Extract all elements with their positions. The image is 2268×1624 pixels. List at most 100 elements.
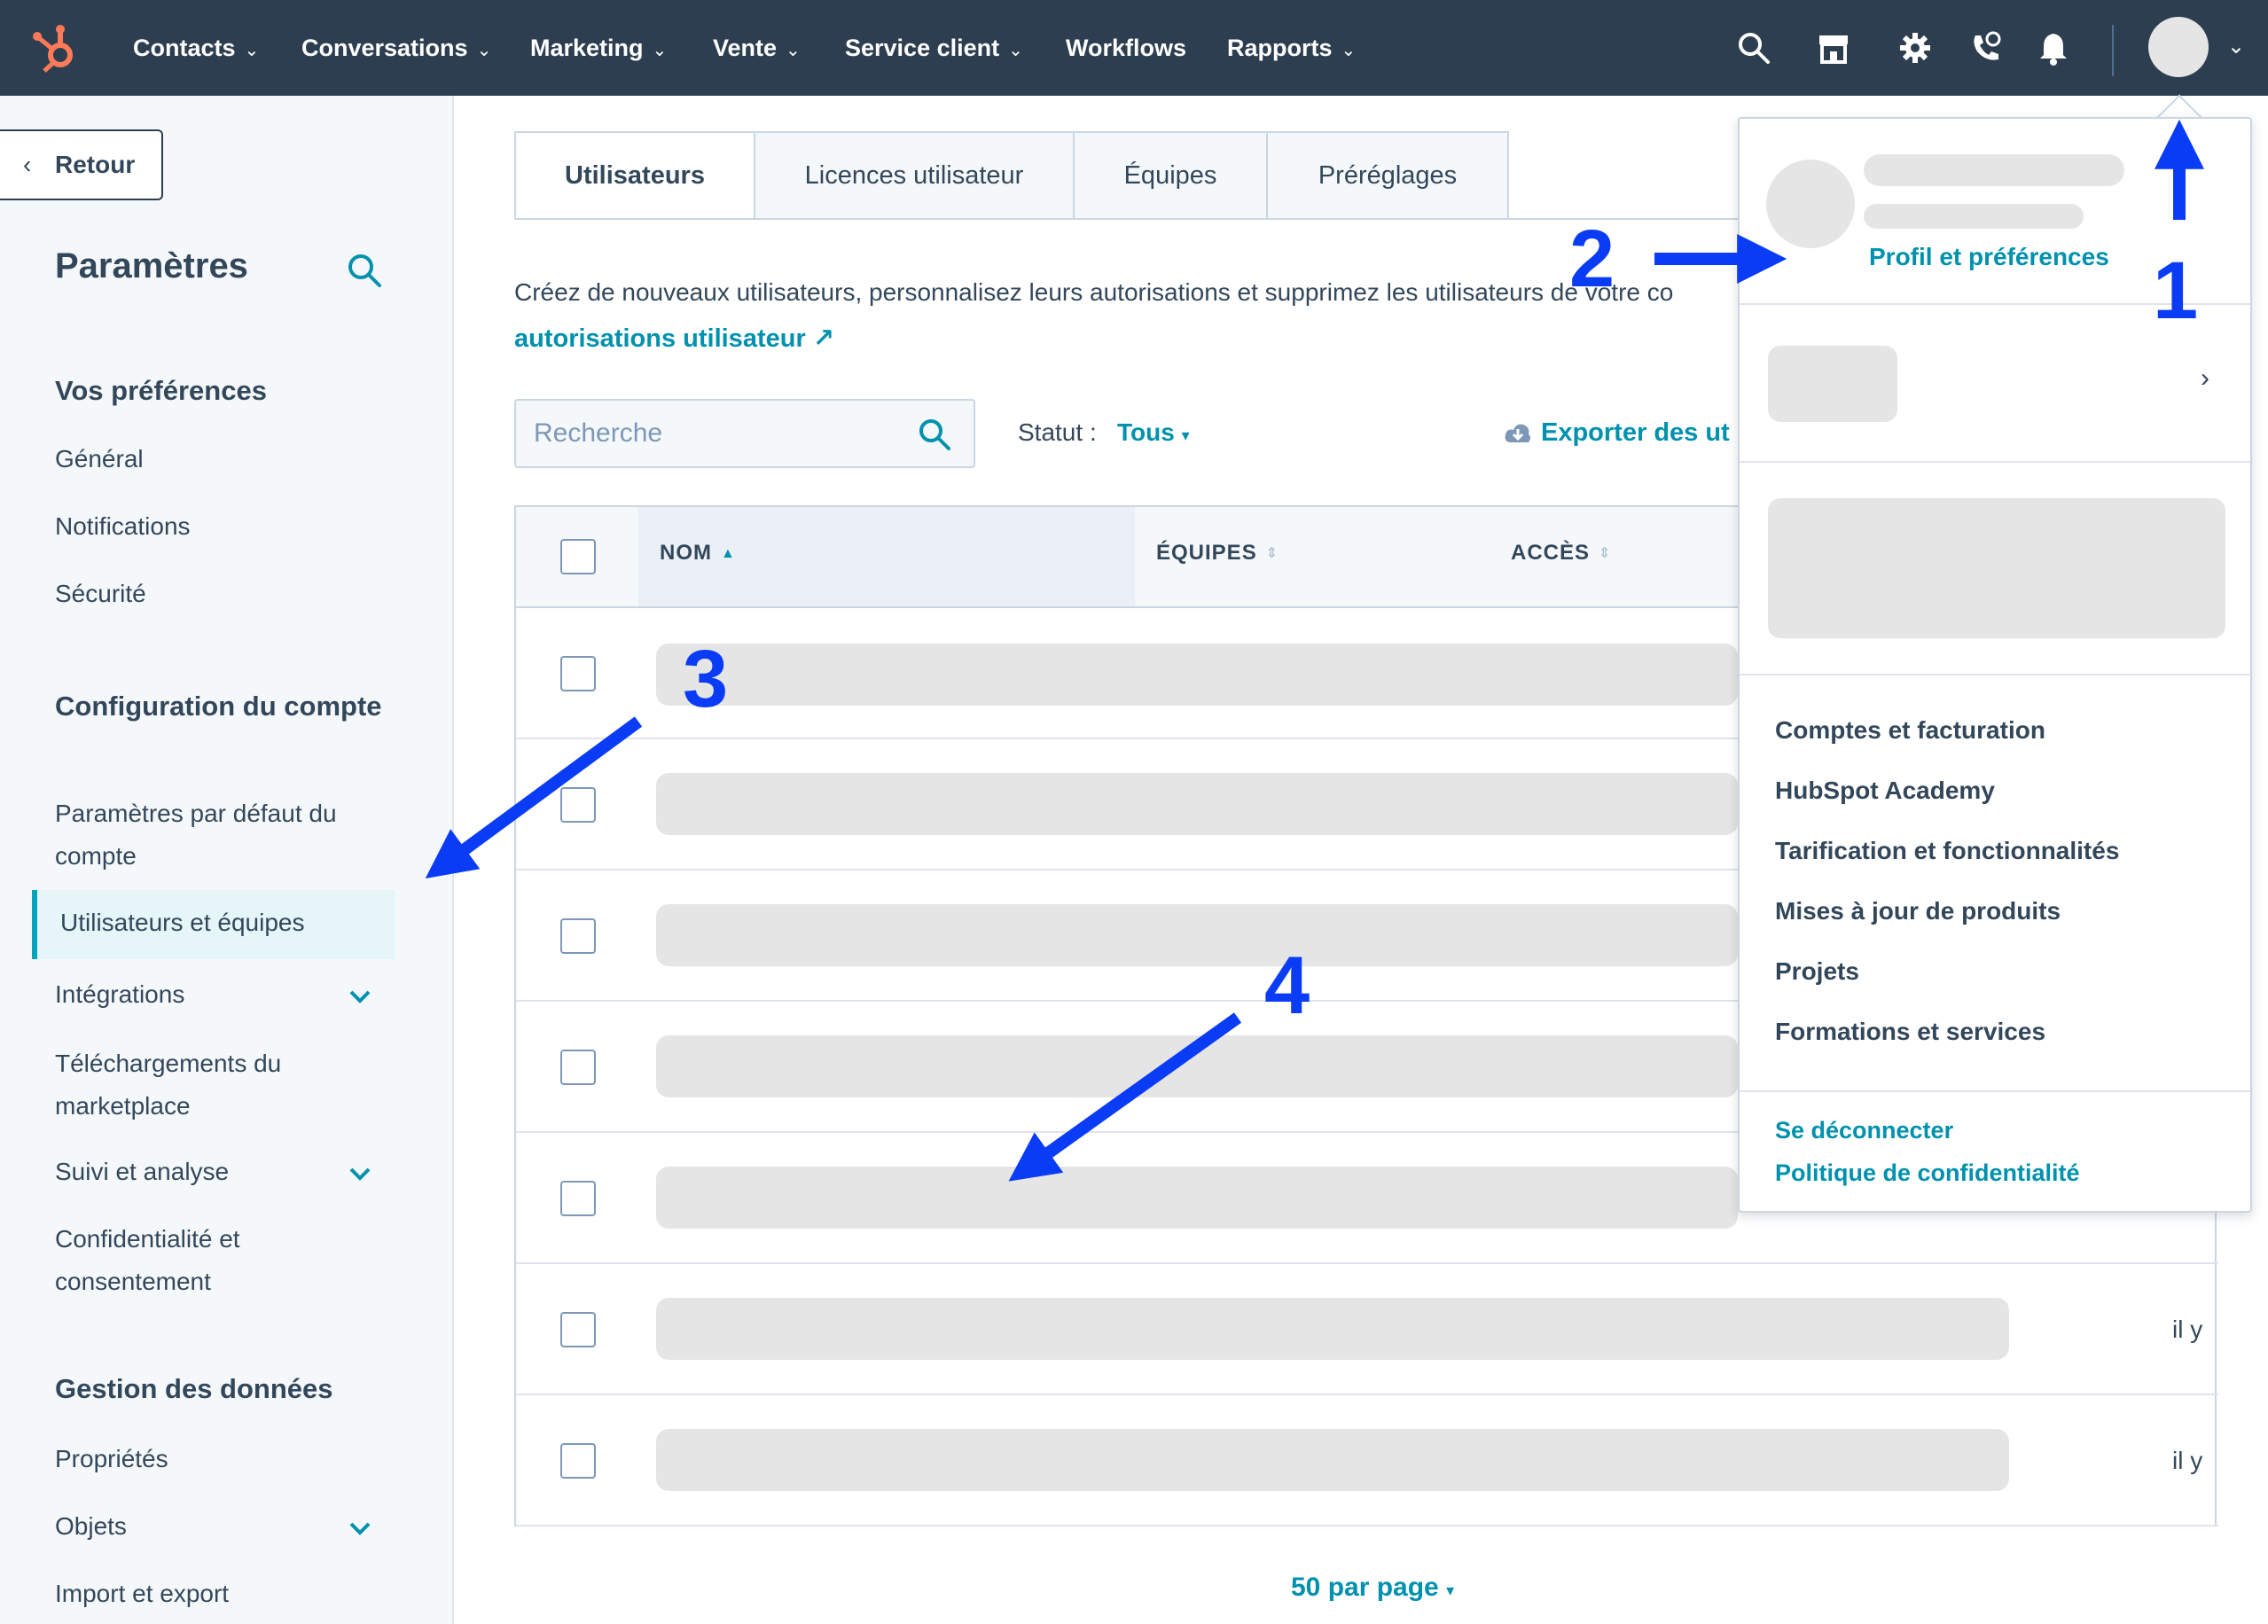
section-heading-account-config: Configuration du compte [55, 691, 382, 722]
status-filter-dropdown[interactable]: Tous ▾ [1117, 418, 1190, 447]
page-description: Créez de nouveaux utilisateurs, personna… [514, 278, 1674, 306]
search-input[interactable] [534, 415, 906, 452]
menu-item-training-services[interactable]: Formations et services [1775, 1018, 2045, 1046]
redacted-user-info [656, 1167, 1738, 1229]
calling-icon[interactable] [1968, 30, 2004, 66]
select-all-checkbox[interactable] [560, 539, 596, 574]
chevron-right-icon[interactable]: › [2201, 363, 2209, 394]
divider [1740, 674, 2250, 675]
search-icon[interactable] [346, 252, 383, 289]
row-checkbox[interactable] [560, 787, 596, 823]
sort-icon: ⇕ [1265, 546, 1279, 561]
chevron-down-icon: ⌄ [244, 41, 260, 60]
sidebar-item-security[interactable]: Sécurité [55, 573, 392, 615]
nav-workflows[interactable]: Workflows [1066, 0, 1186, 96]
row-checkbox[interactable] [560, 1050, 596, 1085]
marketplace-icon[interactable] [1816, 30, 1851, 66]
menu-item-pricing-features[interactable]: Tarification et fonctionnalités [1775, 837, 2119, 865]
row-checkbox[interactable] [560, 656, 596, 691]
sidebar-item-account-defaults[interactable]: Paramètres par défaut du compte [55, 792, 392, 878]
menu-item-account-billing[interactable]: Comptes et facturation [1775, 716, 2045, 745]
chevron-down-icon[interactable]: ⌄ [2227, 34, 2245, 59]
tab-users[interactable]: Utilisateurs [514, 131, 755, 220]
annotation-number-1: 1 [2153, 246, 2199, 336]
redacted-user-info [656, 1035, 1738, 1097]
section-heading-data-management: Gestion des données [55, 1373, 333, 1404]
chevron-left-icon: ‹ [23, 151, 32, 178]
chevron-down-icon: ⌄ [1341, 41, 1357, 60]
table-row[interactable]: il y [516, 1264, 2218, 1395]
export-users-button[interactable]: Exporter des ut [1504, 418, 1738, 448]
sort-icon: ⇕ [1599, 546, 1612, 561]
page-size-dropdown[interactable]: 50 par page ▾ [1291, 1573, 1454, 1603]
annotation-number-3: 3 [683, 634, 729, 724]
status-filter-label: Statut : [1018, 418, 1097, 446]
chevron-down-icon[interactable] [344, 980, 376, 1012]
nav-rapports[interactable]: Rapports ⌄ [1227, 0, 1356, 96]
tab-presets[interactable]: Préréglages [1266, 131, 1509, 220]
sidebar-item-objects[interactable]: Objets [55, 1505, 392, 1548]
last-active-text: il y [2172, 1316, 2203, 1343]
search-icon[interactable] [1736, 30, 1771, 66]
redacted-account-info [1768, 498, 2225, 638]
nav-conversations[interactable]: Conversations ⌄ [301, 0, 491, 96]
tab-user-licenses[interactable]: Licences utilisateur [754, 131, 1075, 220]
chevron-down-icon[interactable] [344, 1158, 376, 1190]
sidebar-item-properties[interactable]: Propriétés [55, 1438, 392, 1480]
chevron-down-icon[interactable] [344, 1512, 376, 1544]
sidebar-item-notifications[interactable]: Notifications [55, 505, 392, 548]
menu-item-hubspot-academy[interactable]: HubSpot Academy [1775, 777, 1995, 805]
row-checkbox[interactable] [560, 1443, 596, 1479]
redacted-account-switcher[interactable] [1768, 346, 1897, 422]
top-navigation-bar: Contacts ⌄ Conversations ⌄ Marketing ⌄ Vent… [0, 0, 2268, 96]
tab-underline [514, 218, 1747, 220]
sidebar-item-tracking-analytics[interactable]: Suivi et analyse [55, 1151, 392, 1193]
column-header-name[interactable]: NOM ▲ [660, 541, 736, 566]
nav-marketing[interactable]: Marketing ⌄ [530, 0, 667, 96]
menu-item-product-updates[interactable]: Mises à jour de produits [1775, 897, 2061, 925]
account-avatar[interactable] [2148, 17, 2209, 77]
column-header-access[interactable]: ACCÈS ⇕ [1511, 541, 1611, 566]
section-heading-preferences: Vos préférences [55, 375, 267, 406]
tab-teams[interactable]: Équipes [1073, 131, 1268, 220]
privacy-policy-link[interactable]: Politique de confidentialité [1775, 1159, 2080, 1187]
nav-service-client[interactable]: Service client ⌄ [845, 0, 1023, 96]
sort-icon: ▲ [721, 546, 736, 561]
sidebar-item-general[interactable]: Général [55, 438, 392, 480]
search-field[interactable] [514, 399, 975, 468]
annotation-number-4: 4 [1264, 941, 1310, 1031]
chevron-down-icon: ⌄ [476, 41, 492, 60]
back-button[interactable]: ‹ Retour [0, 129, 163, 200]
annotation-number-2: 2 [1569, 214, 1615, 304]
sidebar-item-privacy-consent[interactable]: Confidentialité et consentement [55, 1218, 392, 1303]
cloud-download-icon [1504, 421, 1532, 444]
redacted-user-info [656, 644, 1738, 706]
bell-icon[interactable] [2036, 30, 2071, 66]
table-row[interactable]: il y [516, 1395, 2218, 1526]
hubspot-logo-icon[interactable] [30, 20, 80, 76]
redacted-user-info [656, 1298, 2009, 1360]
sidebar-item-marketplace-downloads[interactable]: Téléchargements du marketplace [55, 1042, 392, 1128]
sign-out-link[interactable]: Se déconnecter [1775, 1117, 1953, 1144]
caret-down-icon: ▾ [1446, 1581, 1455, 1599]
redacted-user-info [656, 904, 1738, 966]
row-checkbox[interactable] [560, 1312, 596, 1347]
sidebar-item-import-export[interactable]: Import et export [55, 1573, 392, 1615]
nav-vente[interactable]: Vente ⌄ [713, 0, 801, 96]
menu-item-projects[interactable]: Projets [1775, 957, 1859, 986]
row-checkbox[interactable] [560, 918, 596, 954]
sidebar-item-integrations[interactable]: Intégrations [55, 973, 392, 1016]
profile-preferences-link[interactable]: Profil et préférences [1869, 243, 2109, 271]
settings-sidebar: ‹ Retour Paramètres Vos préférences Génér… [0, 96, 454, 1624]
chevron-down-icon: ⌄ [1008, 41, 1023, 60]
nav-contacts[interactable]: Contacts ⌄ [133, 0, 259, 96]
column-header-teams[interactable]: ÉQUIPES ⇕ [1156, 541, 1279, 566]
settings-title: Paramètres [55, 246, 248, 285]
divider [1740, 461, 2250, 463]
permissions-link[interactable]: autorisations utilisateur ↗ [514, 323, 834, 354]
gear-icon[interactable] [1897, 30, 1933, 66]
row-checkbox[interactable] [560, 1181, 596, 1216]
redacted-user-info [656, 1429, 2009, 1491]
sidebar-item-users-teams[interactable]: Utilisateurs et équipes [32, 890, 395, 959]
search-icon[interactable] [917, 417, 952, 452]
